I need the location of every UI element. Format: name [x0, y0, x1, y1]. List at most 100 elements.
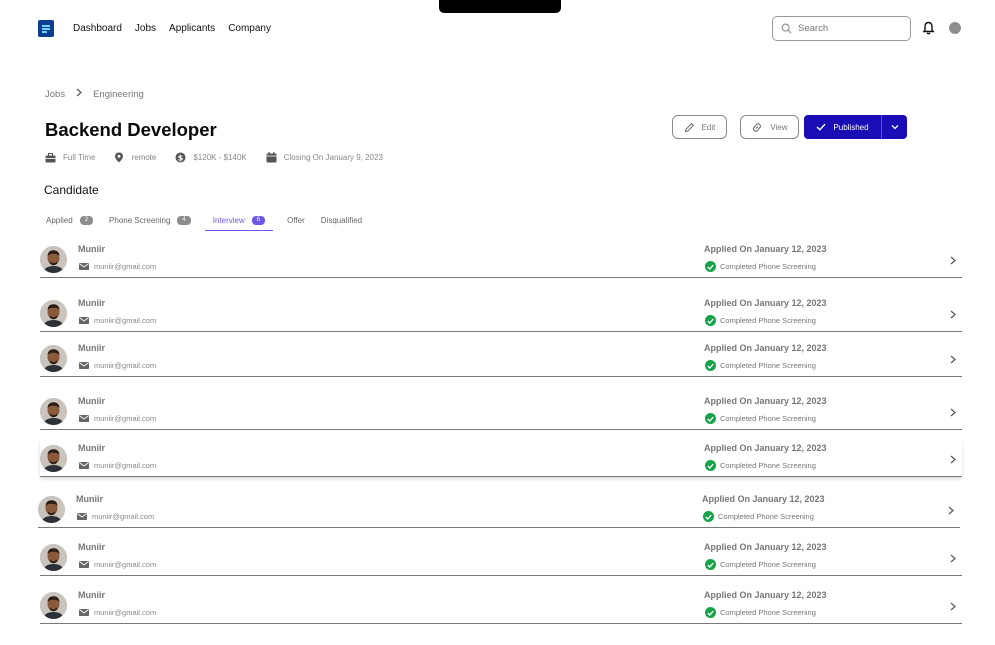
check-icon: [816, 123, 826, 131]
chevron-down-icon: [891, 125, 898, 130]
dollar-icon: $: [175, 152, 186, 163]
logo-icon[interactable]: [38, 20, 54, 37]
candidate-name: Muniir: [78, 298, 105, 308]
bell-icon[interactable]: [922, 21, 935, 40]
mail-icon: [79, 317, 89, 324]
candidate-name: Muniir: [76, 494, 103, 504]
location-pin-icon: [115, 152, 124, 163]
view-button[interactable]: View: [740, 115, 799, 139]
page-title: Backend Developer: [45, 119, 217, 140]
screening-status: Completed Phone Screening: [703, 511, 814, 522]
nav-link-applicants[interactable]: Applicants: [169, 23, 215, 34]
avatar: [40, 592, 67, 619]
candidate-name: Muniir: [78, 443, 105, 453]
screen-notch: [439, 0, 561, 13]
candidate-row[interactable]: Muniir muniir@gmail.com Applied On January…: [40, 392, 962, 430]
candidate-email: muniir@gmail.com: [79, 316, 156, 325]
candidate-row[interactable]: Muniir muniir@gmail.com Applied On January…: [38, 490, 960, 528]
chevron-right-icon[interactable]: [950, 550, 956, 568]
candidate-email: muniir@gmail.com: [77, 512, 154, 521]
candidate-email: muniir@gmail.com: [79, 414, 156, 423]
candidate-row[interactable]: Muniir muniir@gmail.com Applied On January…: [40, 339, 962, 377]
screening-status: Completed Phone Screening: [705, 460, 816, 471]
avatar: [40, 246, 67, 273]
candidate-row[interactable]: Muniir muniir@gmail.com Applied On January…: [40, 538, 962, 576]
tab-disqualified[interactable]: Disqualified: [319, 210, 364, 231]
avatar: [40, 445, 67, 472]
nav-link-company[interactable]: Company: [228, 23, 271, 34]
applied-date: Applied On January 12, 2023: [704, 590, 827, 600]
mail-icon: [79, 263, 89, 270]
applied-date: Applied On January 12, 2023: [704, 542, 827, 552]
mail-icon: [77, 513, 87, 520]
avatar: [40, 398, 67, 425]
search-box[interactable]: [772, 16, 911, 41]
search-icon: [781, 23, 792, 34]
chevron-right-icon[interactable]: [948, 502, 954, 520]
candidate-row[interactable]: Muniir muniir@gmail.com Applied On January…: [40, 586, 962, 624]
tab-applied[interactable]: Applied 2: [44, 210, 95, 231]
applied-date: Applied On January 12, 2023: [704, 343, 827, 353]
link-icon: [753, 122, 762, 132]
location: remote: [114, 152, 156, 163]
edit-button[interactable]: Edit: [672, 115, 727, 139]
avatar: [40, 300, 67, 327]
mail-icon: [79, 415, 89, 422]
avatar: [40, 345, 67, 372]
mail-icon: [79, 609, 89, 616]
breadcrumb-engineering[interactable]: Engineering: [93, 89, 144, 100]
check-circle-icon: [705, 360, 716, 371]
search-input[interactable]: [798, 23, 898, 34]
screening-status: Completed Phone Screening: [705, 360, 816, 371]
nav-link-dashboard[interactable]: Dashboard: [73, 23, 122, 34]
tab-interview[interactable]: Interview 6: [204, 210, 274, 231]
check-circle-icon: [705, 413, 716, 424]
chevron-right-icon[interactable]: [950, 598, 956, 616]
applied-date: Applied On January 12, 2023: [704, 298, 827, 308]
candidate-email: muniir@gmail.com: [79, 262, 156, 271]
check-circle-icon: [703, 511, 714, 522]
tab-phone-screening[interactable]: Phone Screening 4: [107, 210, 193, 231]
calendar-icon: [266, 152, 277, 163]
candidate-tabs: Applied 2 Phone Screening 4 Interview 6 …: [44, 210, 376, 232]
check-circle-icon: [705, 315, 716, 326]
tab-offer[interactable]: Offer: [285, 210, 307, 231]
top-nav: Dashboard Jobs Applicants Company: [38, 20, 284, 37]
chevron-right-icon[interactable]: [950, 306, 956, 324]
mail-icon: [79, 362, 89, 369]
avatar: [38, 496, 65, 523]
candidate-name: Muniir: [78, 343, 105, 353]
chevron-right-icon[interactable]: [950, 451, 956, 469]
candidate-email: muniir@gmail.com: [79, 461, 156, 470]
published-button[interactable]: Published: [804, 115, 882, 139]
candidate-row[interactable]: Muniir muniir@gmail.com Applied On January…: [40, 240, 962, 278]
candidate-row[interactable]: Muniir muniir@gmail.com Applied On January…: [40, 439, 962, 477]
check-circle-icon: [705, 261, 716, 272]
mail-icon: [79, 462, 89, 469]
briefcase-icon: [45, 152, 56, 162]
applied-date: Applied On January 12, 2023: [704, 443, 827, 453]
candidate-name: Muniir: [78, 542, 105, 552]
publish-split-button: Published: [804, 115, 907, 139]
breadcrumb-jobs[interactable]: Jobs: [45, 89, 65, 100]
job-meta: Full Time remote $ $120K - $140K Closing…: [45, 152, 402, 163]
tab-count-badge: 6: [251, 215, 266, 225]
user-avatar[interactable]: [949, 22, 961, 34]
pencil-icon: [684, 122, 694, 132]
svg-text:$: $: [178, 153, 184, 162]
candidate-name: Muniir: [78, 590, 105, 600]
check-circle-icon: [705, 460, 716, 471]
closing-date: Closing On January 9, 2023: [266, 152, 383, 163]
candidate-row[interactable]: Muniir muniir@gmail.com Applied On January…: [40, 294, 962, 332]
check-circle-icon: [705, 607, 716, 618]
chevron-right-icon[interactable]: [950, 351, 956, 369]
screening-status: Completed Phone Screening: [705, 261, 816, 272]
applied-date: Applied On January 12, 2023: [704, 244, 827, 254]
nav-link-jobs[interactable]: Jobs: [135, 23, 156, 34]
check-circle-icon: [705, 559, 716, 570]
chevron-right-icon[interactable]: [950, 404, 956, 422]
chevron-right-icon[interactable]: [950, 252, 956, 270]
candidate-name: Muniir: [78, 244, 105, 254]
publish-options-button[interactable]: [882, 115, 907, 139]
candidate-name: Muniir: [78, 396, 105, 406]
